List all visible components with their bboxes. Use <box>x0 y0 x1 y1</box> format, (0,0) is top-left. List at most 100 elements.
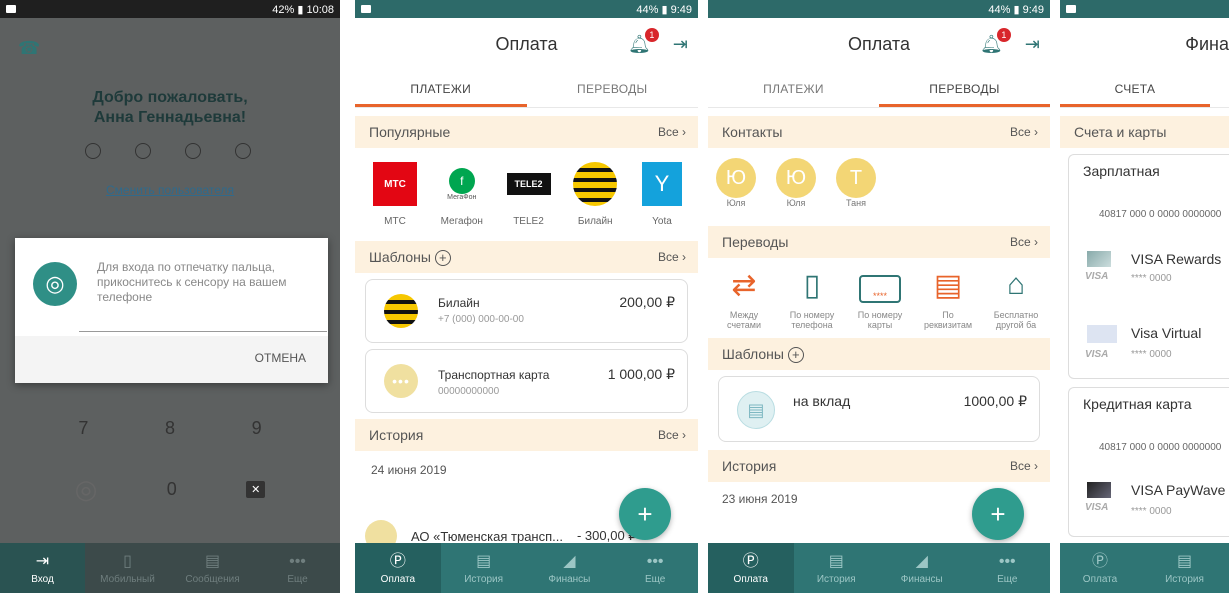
key-0[interactable]: 0 <box>167 479 177 500</box>
transfer-by-card[interactable]: **** По номеру карты <box>850 268 910 330</box>
template-card[interactable]: ••• Транспортная карта 00000000000 1 000… <box>365 349 688 413</box>
nav-payment[interactable]: Ⓟ Оплата <box>708 543 794 593</box>
app-bar: Фина <box>1060 18 1229 70</box>
contact-avatar: Ю <box>716 158 756 198</box>
nav-more[interactable]: ••• Еще <box>255 543 340 593</box>
fingerprint-key-icon[interactable]: ◎ <box>75 474 98 505</box>
operator-mts[interactable]: МТС МТС <box>365 162 425 227</box>
page-title: Оплата <box>848 33 910 54</box>
image-icon <box>1066 5 1076 13</box>
popular-header: Популярные Все › <box>355 116 698 148</box>
nav-messages[interactable]: ▤ Сообщения <box>170 543 255 593</box>
add-button[interactable]: + <box>972 488 1024 540</box>
ruble-icon: Ⓟ <box>1091 552 1108 570</box>
nav-history[interactable]: ▤ История <box>794 543 880 593</box>
nav-more[interactable]: ••• Еще <box>965 543 1051 593</box>
key-9[interactable]: 9 <box>252 418 262 439</box>
section-title: История <box>369 427 424 443</box>
nav-payment[interactable]: Ⓟ Оплата <box>355 543 441 593</box>
cancel-button[interactable]: ОТМЕНА <box>255 351 306 365</box>
tab-payments[interactable]: ПЛАТЕЖИ <box>708 70 879 107</box>
transfer-by-phone[interactable]: ▯ По номеру телефона <box>782 268 842 330</box>
key-8[interactable]: 8 <box>165 418 175 439</box>
fingerprint-dialog: ◎ Для входа по отпечатку пальца, прикосн… <box>15 238 328 383</box>
operator-tele2[interactable]: TELE2 TELE2 <box>499 162 559 227</box>
logout-icon[interactable]: ⇥ <box>1025 34 1040 55</box>
all-link[interactable]: Все › <box>1010 235 1038 249</box>
history-icon: ▤ <box>476 552 492 570</box>
transfer-by-details[interactable]: ▤ По реквизитам <box>918 268 978 330</box>
logout-icon[interactable]: ⇥ <box>673 34 688 55</box>
transfer-between-accounts[interactable]: ⇄ Между счетами <box>714 268 774 330</box>
nav-finance[interactable]: ◢ Финансы <box>879 543 965 593</box>
section-title: История <box>722 458 777 474</box>
add-template-icon[interactable]: + <box>787 346 804 363</box>
history-icon: ▤ <box>1176 552 1193 570</box>
contact-item[interactable]: Ю Юля <box>716 158 756 208</box>
all-link[interactable]: Все › <box>658 125 686 139</box>
nav-mobile[interactable]: ▯ Мобильный <box>85 543 170 593</box>
contact-item[interactable]: Ю Юля <box>776 158 816 208</box>
nav-payment[interactable]: Ⓟ Оплата <box>1060 543 1140 593</box>
tab-payments[interactable]: ПЛАТЕЖИ <box>355 70 527 107</box>
bell-icon[interactable]: 🔔︎ 1 <box>980 28 1011 55</box>
tab-transfers[interactable]: ПЕРЕВОДЫ <box>879 70 1050 107</box>
add-template-icon[interactable]: + <box>434 249 451 266</box>
welcome-line-1: Добро пожаловать, <box>92 89 248 106</box>
bottom-nav: Ⓟ Оплата ▤ История <box>1060 543 1229 593</box>
template-card[interactable]: Билайн +7 (000) 000-00-00 200,00 ₽ <box>365 279 688 343</box>
card-thumbnail <box>1087 325 1117 343</box>
tabs: ПЛАТЕЖИ ПЕРЕВОДЫ <box>708 70 1050 108</box>
operator-yota[interactable]: Y Yota <box>632 162 692 227</box>
clock: 9:49 <box>670 3 692 16</box>
beeline-logo <box>384 294 418 328</box>
template-sub: 00000000000 <box>438 386 500 397</box>
account-group[interactable]: Кредитная карта 40817 000 0 0000 0000000… <box>1068 387 1229 537</box>
all-link[interactable]: Все › <box>658 428 686 442</box>
status-bar: 44% ▮ 9:49 <box>355 0 698 18</box>
nav-history[interactable]: ▤ История <box>1140 543 1229 593</box>
template-name: Билайн <box>438 296 480 310</box>
nav-login[interactable]: ⇥ Вход <box>0 543 85 593</box>
transfer-types-row: ⇄ Между счетами ▯ По номеру телефона **** По … <box>708 258 1050 330</box>
key-7[interactable]: 7 <box>78 418 88 439</box>
messages-icon: ▤ <box>204 552 221 570</box>
backspace-icon[interactable]: ✕ <box>246 481 266 498</box>
yota-logo: Y <box>642 162 682 206</box>
all-link[interactable]: Все › <box>1010 125 1038 139</box>
nav-more[interactable]: ••• Еще <box>612 543 698 593</box>
template-card[interactable]: ▤ на вклад 1000,00 ₽ <box>718 376 1040 442</box>
operator-beeline[interactable]: Билайн <box>565 162 625 227</box>
image-icon <box>361 5 371 13</box>
card-name: Visa Virtual <box>1131 325 1202 341</box>
bell-icon[interactable]: 🔔︎ 1 <box>628 28 659 55</box>
all-link[interactable]: Все › <box>658 250 686 264</box>
add-button[interactable]: + <box>619 488 671 540</box>
phone-icon[interactable]: ☎ <box>18 38 40 59</box>
transfer-other-bank[interactable]: ⌂ Бесплатно другой ба <box>986 268 1046 330</box>
all-link[interactable]: Все › <box>1010 459 1038 473</box>
section-title: Счета и карты <box>1074 124 1167 140</box>
account-group[interactable]: Зарплатная 40817 000 0 0000 0000000 VISA… <box>1068 154 1229 379</box>
history-item: АО «Тюменская трансп... <box>411 528 563 544</box>
document-icon: ▤ <box>933 269 963 302</box>
operator-megafon[interactable]: f МегаФон Мегафон <box>432 162 492 227</box>
page-title: Оплата <box>495 33 558 54</box>
notification-badge: 1 <box>996 28 1011 42</box>
mobile-icon: ▯ <box>123 552 132 570</box>
tab-accounts[interactable]: СЧЕТА <box>1060 70 1210 107</box>
visa-logo: VISA <box>1085 349 1109 360</box>
history-header: История Все › <box>708 450 1050 482</box>
change-user-link[interactable]: Сменить пользователя <box>0 183 340 197</box>
nav-history[interactable]: ▤ История <box>441 543 527 593</box>
template-amount: 200,00 ₽ <box>619 294 675 310</box>
dialog-text: Для входа по отпечатку пальца, прикоснит… <box>97 260 287 304</box>
account-number: 40817 000 0 0000 0000000 <box>1099 209 1222 220</box>
card-thumbnail <box>1087 251 1111 267</box>
finance-screen: Фина СЧЕТА Счета и карты Зарплатная 4081… <box>1060 0 1229 593</box>
nav-finance[interactable]: ◢ Финансы <box>527 543 613 593</box>
tele2-logo: TELE2 <box>506 173 551 195</box>
megafon-logo: f <box>448 167 475 194</box>
contact-item[interactable]: Т Таня <box>836 158 876 208</box>
tab-transfers[interactable]: ПЕРЕВОДЫ <box>527 70 699 107</box>
